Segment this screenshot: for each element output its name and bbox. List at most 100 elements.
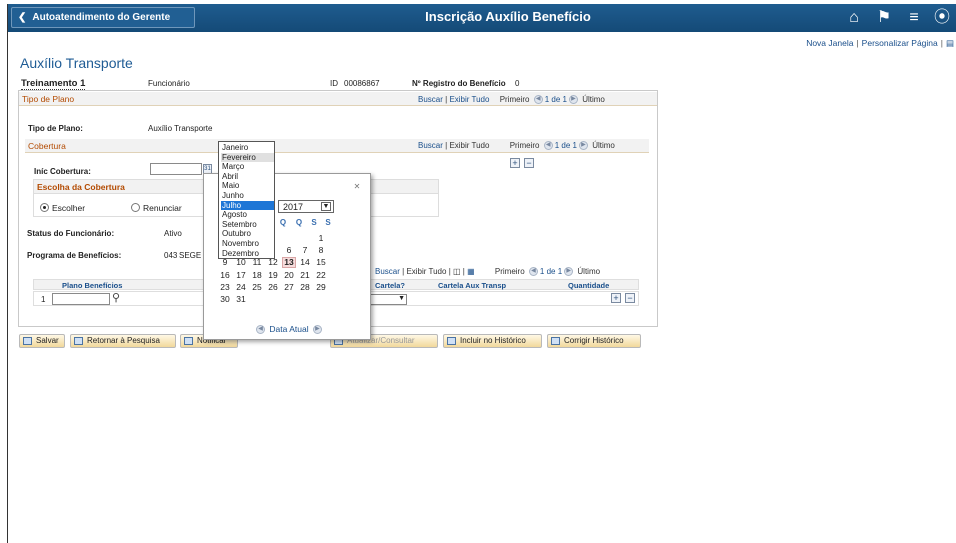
calendar-day[interactable]: 23 [218,282,232,292]
delete-row-button[interactable]: − [625,293,635,303]
coverage-start-input[interactable] [150,163,202,175]
benefit-program-code: 043 [164,251,178,260]
grid-find-link[interactable]: Buscar [375,267,400,276]
back-button-label: Autoatendimento do Gerente [32,12,171,23]
include-history-icon [447,337,456,345]
month-option[interactable]: Novembro [221,239,274,248]
month-option[interactable]: Agosto [221,210,274,219]
benefit-record-value: 0 [515,79,520,88]
calendar-day[interactable]: 18 [250,270,264,280]
calendar-day[interactable]: 1 [314,233,328,243]
delete-row-button[interactable]: − [524,158,534,168]
month-option[interactable]: Setembro [221,220,274,229]
col-plan-header: Plano Benefícios [62,281,123,290]
calendar-day[interactable]: 26 [266,282,280,292]
save-label: Salvar [36,336,59,345]
calendar-day[interactable]: 30 [218,294,232,304]
calendar-day[interactable]: 28 [298,282,312,292]
grid-view-all-link[interactable]: Exibir Tudo [406,267,446,276]
calendar-day[interactable]: 27 [282,282,296,292]
employee-status-label: Status do Funcionário: [27,229,115,238]
navbar-icon[interactable]: ⦿ [932,8,952,28]
calendar-day[interactable]: 8 [314,245,328,255]
month-option[interactable]: Maio [221,181,274,190]
col-card-transp-header: Cartela Aux Transp [438,281,507,290]
home-icon[interactable]: ⌂ [844,8,864,28]
calendar-day[interactable]: 22 [314,270,328,280]
plan-find-link[interactable]: Buscar [418,95,443,104]
coverage-title: Cobertura [28,141,66,151]
add-row-button[interactable]: + [510,158,520,168]
plan-benefit-input[interactable] [52,293,110,305]
col-card-header: Cartela? [375,281,406,290]
flag-icon[interactable]: ⚑ [874,8,894,28]
plan-view-all-link[interactable]: Exibir Tudo [449,95,489,104]
coverage-find-link[interactable]: Buscar [418,141,443,150]
calendar-day[interactable]: 25 [250,282,264,292]
calendar-day[interactable]: 6 [282,245,296,255]
coverage-view-all-link[interactable]: Exibir Tudo [449,141,489,150]
waive-radio[interactable] [131,203,140,212]
grid-range: 1 de 1 [539,267,563,276]
calendar-day[interactable]: 21 [298,270,312,280]
calendar-day-today[interactable]: 13 [282,257,296,269]
correct-history-button[interactable]: Corrigir Histórico [547,334,641,348]
next-icon[interactable]: ▶ [568,95,578,105]
search-icon[interactable]: ⚲ [112,291,120,304]
month-option[interactable]: Abril [221,172,274,181]
new-window-link[interactable]: Nova Janela [806,38,853,48]
calendar-day[interactable]: 31 [234,294,248,304]
calendar-day[interactable]: 29 [314,282,328,292]
return-to-search-label: Retornar à Pesquisa [87,336,160,345]
grid-first-label: Primeiro [494,267,525,276]
month-option[interactable]: Dezembro [221,249,274,258]
download-icon[interactable]: ▦ [467,267,475,276]
month-option[interactable]: Outubro [221,229,274,238]
month-option[interactable]: Janeiro [221,143,274,152]
previous-icon[interactable]: ◀ [533,95,543,105]
calendar-day[interactable]: 17 [234,270,248,280]
today-nav: ◀ Data Atual ▶ [254,324,324,335]
menu-icon[interactable]: ≡ [904,8,924,28]
calendar-day[interactable]: 7 [298,245,312,255]
next-month-icon[interactable]: ▶ [312,325,322,335]
weekday-header: Q [295,218,303,227]
correct-history-icon [551,337,560,345]
calendar-day[interactable]: 20 [282,270,296,280]
month-option[interactable]: Junho [221,191,274,200]
previous-icon[interactable]: ◀ [528,267,538,277]
grid-nav: Buscar | Exibir Tudo | ◫ | ▦ Primeiro ◀ 1… [375,267,601,277]
return-to-search-button[interactable]: Retornar à Pesquisa [70,334,176,348]
today-link[interactable]: Data Atual [269,324,308,334]
calendar-day[interactable]: 14 [298,257,312,267]
coverage-range: 1 de 1 [554,141,577,150]
calendar-day[interactable]: 15 [314,257,328,267]
next-icon[interactable]: ▶ [578,141,588,151]
calendar-day[interactable]: 19 [266,270,280,280]
calendar-day[interactable]: 24 [234,282,248,292]
elect-radio[interactable] [40,203,49,212]
close-icon[interactable]: ✕ [353,183,361,191]
year-value: 2017 [283,202,304,212]
personalize-page-link[interactable]: Personalizar Página [862,38,938,48]
chevron-left-icon: ❮ [18,12,27,23]
back-button[interactable]: ❮ Autoatendimento do Gerente [11,7,195,28]
weekday-header: Q [279,218,287,227]
zoom-icon[interactable]: ◫ [453,267,461,276]
year-select[interactable]: 2017 ▼ [278,200,334,213]
correct-history-label: Corrigir Histórico [564,336,624,345]
previous-icon[interactable]: ◀ [543,141,553,151]
add-row-button[interactable]: + [611,293,621,303]
calendar-day[interactable]: 16 [218,270,232,280]
month-option[interactable]: Julho [221,200,274,210]
previous-month-icon[interactable]: ◀ [256,325,265,335]
include-history-button[interactable]: Incluir no Histórico [443,334,542,348]
month-option[interactable]: Março [221,162,274,171]
help-icon[interactable]: ▤ [946,38,954,48]
save-button[interactable]: Salvar [19,334,65,348]
coverage-nav: Buscar | Exibir Tudo Primeiro ◀ 1 de 1 ▶ Ú… [418,141,615,151]
plan-first-label: Primeiro [499,95,530,104]
next-icon[interactable]: ▶ [564,267,574,277]
coverage-choice-title: Escolha da Cobertura [37,182,125,192]
month-option[interactable]: Fevereiro [221,152,274,162]
